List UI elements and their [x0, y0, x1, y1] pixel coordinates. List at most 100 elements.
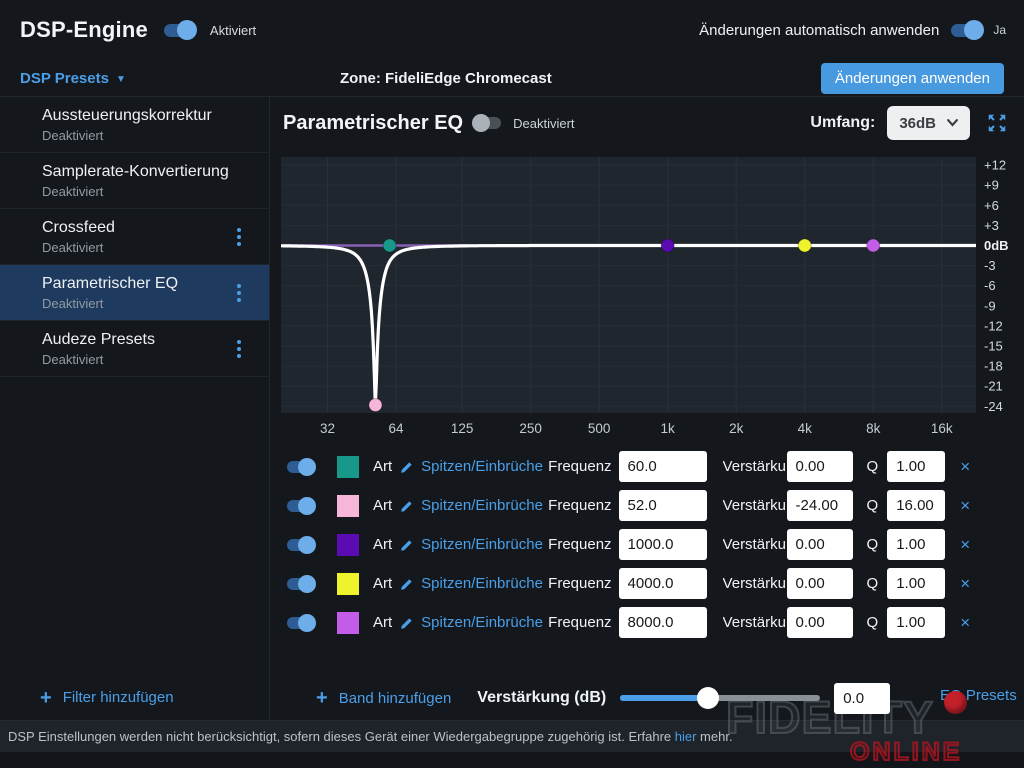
band-handle-point[interactable] — [798, 239, 811, 252]
band-type-value[interactable]: Spitzen/Einbrüche — [421, 614, 542, 631]
add-band-button[interactable]: + Band hinzufügen — [316, 690, 451, 707]
master-gain-input[interactable] — [834, 683, 890, 714]
eq-frequency-response-chart[interactable]: 32641252505001k2k4k8k16k+12+9+6+30dB-3-6… — [281, 157, 1024, 439]
band-gain-input[interactable] — [787, 607, 853, 638]
eq-band-row: Art Spitzen/Einbrüche Frequenz Verstärku… — [287, 525, 1024, 564]
svg-text:1k: 1k — [661, 421, 676, 436]
band-type-value[interactable]: Spitzen/Einbrüche — [421, 497, 542, 514]
slider-thumb[interactable] — [697, 687, 719, 709]
remove-band-icon[interactable]: × — [960, 497, 970, 514]
sidebar-item-status: Deaktiviert — [42, 352, 239, 367]
sidebar-item-audeze-presets[interactable]: Audeze Presets Deaktiviert — [0, 321, 269, 377]
band-frequency-input[interactable] — [619, 568, 707, 599]
dsp-engine-window: DSP-Engine Aktiviert Änderungen automati… — [0, 0, 1024, 768]
band-type-value[interactable]: Spitzen/Einbrüche — [421, 458, 542, 475]
svg-text:500: 500 — [588, 421, 611, 436]
hier-link[interactable]: hier — [675, 729, 697, 744]
sidebar-item-samplerate-konvertierung[interactable]: Samplerate-Konvertierung Deaktiviert — [0, 153, 269, 209]
band-enabled-toggle[interactable] — [287, 539, 313, 551]
svg-text:125: 125 — [451, 421, 474, 436]
band-frequency-label: Frequenz — [548, 536, 611, 553]
dsp-enabled-toggle[interactable] — [164, 24, 194, 37]
item-menu-icon[interactable] — [237, 340, 241, 358]
band-enabled-toggle[interactable] — [287, 500, 313, 512]
remove-band-icon[interactable]: × — [960, 536, 970, 553]
range-label: Umfang: — [810, 114, 875, 132]
band-gain-input[interactable] — [787, 568, 853, 599]
band-type-label: Art — [373, 458, 392, 475]
sidebar-item-status: Deaktiviert — [42, 240, 239, 255]
band-q-input[interactable] — [887, 607, 945, 638]
footer-notice: DSP Einstellungen werden nicht berücksic… — [0, 720, 1024, 752]
band-color-swatch[interactable] — [337, 495, 359, 517]
title-bar: DSP-Engine Aktiviert Änderungen automati… — [0, 0, 1024, 60]
band-handle-point[interactable] — [369, 399, 382, 412]
svg-text:-24: -24 — [984, 399, 1003, 414]
band-gain-label: Verstärkung — [723, 575, 785, 592]
band-gain-label: Verstärkung — [723, 458, 785, 475]
toggle-knob — [298, 614, 316, 632]
sidebar-item-crossfeed[interactable]: Crossfeed Deaktiviert — [0, 209, 269, 265]
band-color-swatch[interactable] — [337, 456, 359, 478]
apply-changes-button[interactable]: Änderungen anwenden — [821, 63, 1004, 94]
band-q-label: Q — [867, 614, 879, 631]
sidebar-item-title: Audeze Presets — [42, 331, 239, 349]
band-gain-label: Verstärkung — [723, 497, 785, 514]
band-handle-point[interactable] — [867, 239, 880, 252]
band-gain-input[interactable] — [787, 451, 853, 482]
edit-pencil-icon[interactable] — [400, 577, 414, 591]
band-type-label: Art — [373, 536, 392, 553]
eq-enabled-toggle[interactable] — [475, 117, 501, 129]
dsp-enabled-label: Aktiviert — [210, 23, 256, 38]
band-color-swatch[interactable] — [337, 612, 359, 634]
eq-band-row: Art Spitzen/Einbrüche Frequenz Verstärku… — [287, 603, 1024, 642]
svg-text:2k: 2k — [729, 421, 744, 436]
item-menu-icon[interactable] — [237, 228, 241, 246]
eq-band-row: Art Spitzen/Einbrüche Frequenz Verstärku… — [287, 564, 1024, 603]
band-type-value[interactable]: Spitzen/Einbrüche — [421, 536, 542, 553]
zone-title: Zone: FideliEdge Chromecast — [340, 70, 552, 87]
edit-pencil-icon[interactable] — [400, 499, 414, 513]
band-frequency-input[interactable] — [619, 451, 707, 482]
bottom-strip — [0, 752, 1024, 768]
sidebar-item-title: Crossfeed — [42, 219, 239, 237]
plus-icon: + — [40, 691, 52, 705]
band-q-label: Q — [867, 497, 879, 514]
band-type-value[interactable]: Spitzen/Einbrüche — [421, 575, 542, 592]
sidebar-item-aussteuerungskorrektur[interactable]: Aussteuerungskorrektur Deaktiviert — [0, 97, 269, 153]
edit-pencil-icon[interactable] — [400, 538, 414, 552]
remove-band-icon[interactable]: × — [960, 458, 970, 475]
edit-pencil-icon[interactable] — [400, 616, 414, 630]
edit-pencil-icon[interactable] — [400, 460, 414, 474]
remove-band-icon[interactable]: × — [960, 614, 970, 631]
item-menu-icon[interactable] — [237, 284, 241, 302]
svg-text:-12: -12 — [984, 318, 1003, 333]
range-select[interactable]: 36dB — [887, 106, 970, 140]
dsp-presets-dropdown[interactable]: DSP Presets ▼ — [20, 70, 126, 87]
auto-apply-toggle[interactable] — [951, 24, 981, 37]
band-frequency-input[interactable] — [619, 607, 707, 638]
band-frequency-input[interactable] — [619, 529, 707, 560]
page-title: DSP-Engine — [20, 17, 148, 43]
master-gain-slider[interactable] — [620, 695, 820, 701]
svg-text:250: 250 — [519, 421, 542, 436]
add-filter-button[interactable]: + Filter hinzufügen — [40, 689, 174, 706]
band-q-input[interactable] — [887, 490, 945, 521]
band-enabled-toggle[interactable] — [287, 578, 313, 590]
band-q-input[interactable] — [887, 568, 945, 599]
band-handle-point[interactable] — [383, 239, 396, 252]
band-q-input[interactable] — [887, 451, 945, 482]
band-gain-input[interactable] — [787, 490, 853, 521]
fullscreen-icon[interactable] — [986, 112, 1008, 134]
band-color-swatch[interactable] — [337, 573, 359, 595]
band-enabled-toggle[interactable] — [287, 461, 313, 473]
band-q-input[interactable] — [887, 529, 945, 560]
band-enabled-toggle[interactable] — [287, 617, 313, 629]
svg-text:64: 64 — [388, 421, 404, 436]
band-color-swatch[interactable] — [337, 534, 359, 556]
band-handle-point[interactable] — [661, 239, 674, 252]
band-gain-input[interactable] — [787, 529, 853, 560]
remove-band-icon[interactable]: × — [960, 575, 970, 592]
sidebar-item-parametrischer-eq[interactable]: Parametrischer EQ Deaktiviert — [0, 265, 269, 321]
band-frequency-input[interactable] — [619, 490, 707, 521]
